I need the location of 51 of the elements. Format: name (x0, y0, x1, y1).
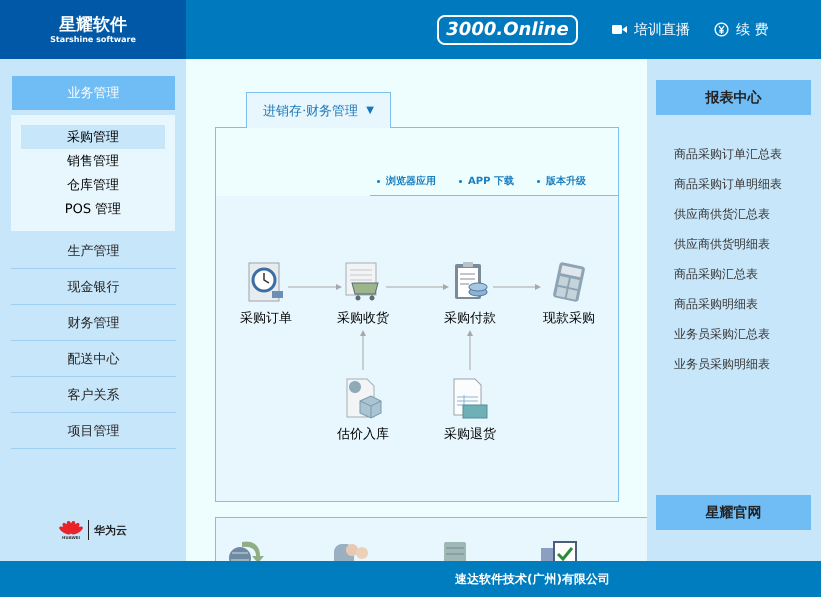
flow-node[interactable]: 估价入库 (323, 377, 403, 443)
report-link[interactable]: 商品采购订单明细表 (674, 169, 811, 199)
flow-arrow (386, 284, 449, 290)
report-link[interactable]: 业务员采购汇总表 (674, 319, 811, 349)
brand-tagline: Starshine software (50, 34, 136, 44)
video-camera-icon (612, 24, 627, 35)
module-tab[interactable]: 进销存·财务管理 ▼ (246, 92, 391, 128)
flow-node[interactable]: 采购退货 (430, 377, 510, 443)
report-link[interactable]: 供应商供货明细表 (674, 229, 811, 259)
flow-node[interactable]: 采购订单 (226, 261, 306, 327)
flow-arrow (360, 330, 366, 370)
node-label: 现款采购 (543, 310, 595, 327)
nav-item[interactable]: 项目管理 (11, 413, 176, 449)
submenu-item[interactable]: 采购管理 (21, 125, 165, 149)
quick-link[interactable]: 浏览器应用 (377, 174, 436, 188)
submenu-item[interactable]: POS 管理 (21, 197, 165, 221)
report-link[interactable]: 商品采购明细表 (674, 289, 811, 319)
submenu-item[interactable]: 仓库管理 (21, 173, 165, 197)
submenu-item[interactable]: 销售管理 (21, 149, 165, 173)
website-button[interactable]: 星耀官网 (656, 495, 811, 530)
node-label: 采购退货 (444, 426, 496, 443)
flow-arrow (492, 284, 541, 290)
nav-item[interactable]: 生产管理 (11, 233, 176, 269)
flow-node[interactable]: 采购收货 (323, 261, 403, 327)
yen-coin-icon (714, 22, 729, 37)
flow-node[interactable]: 采购付款 (430, 261, 510, 327)
partner-name: 华为云 (94, 522, 127, 538)
report-link[interactable]: 供应商供货汇总表 (674, 199, 811, 229)
training-live-link[interactable]: 培训直播 (612, 20, 690, 38)
node-label: 估价入库 (337, 426, 389, 443)
flow-node[interactable]: 现款采购 (529, 261, 609, 327)
node-label: 采购收货 (337, 310, 389, 327)
nav-item[interactable]: 现金银行 (11, 269, 176, 305)
nav-item[interactable]: 财务管理 (11, 305, 176, 341)
company-name: 速达软件技术(广州)有限公司 (455, 570, 610, 588)
report-link[interactable]: 商品采购汇总表 (674, 259, 811, 289)
flow-arrow (467, 330, 473, 370)
nav-item[interactable]: 客户关系 (11, 377, 176, 413)
report-link[interactable]: 商品采购订单汇总表 (674, 139, 811, 169)
brand-name: 星耀软件 (59, 14, 127, 34)
report-link[interactable]: 业务员采购明细表 (674, 349, 811, 379)
edition-badge: 3000.Online (437, 14, 578, 44)
node-label: 采购付款 (444, 310, 496, 327)
report-center-header[interactable]: 报表中心 (656, 80, 811, 115)
quick-link[interactable]: APP 下载 (459, 174, 514, 188)
node-label: 采购订单 (240, 310, 292, 327)
nav-item[interactable]: 配送中心 (11, 341, 176, 377)
renew-link[interactable]: 续 费 (714, 20, 768, 38)
fan-logo-icon (59, 520, 83, 534)
quick-link[interactable]: 版本升级 (536, 174, 586, 188)
flow-arrow (288, 284, 342, 290)
